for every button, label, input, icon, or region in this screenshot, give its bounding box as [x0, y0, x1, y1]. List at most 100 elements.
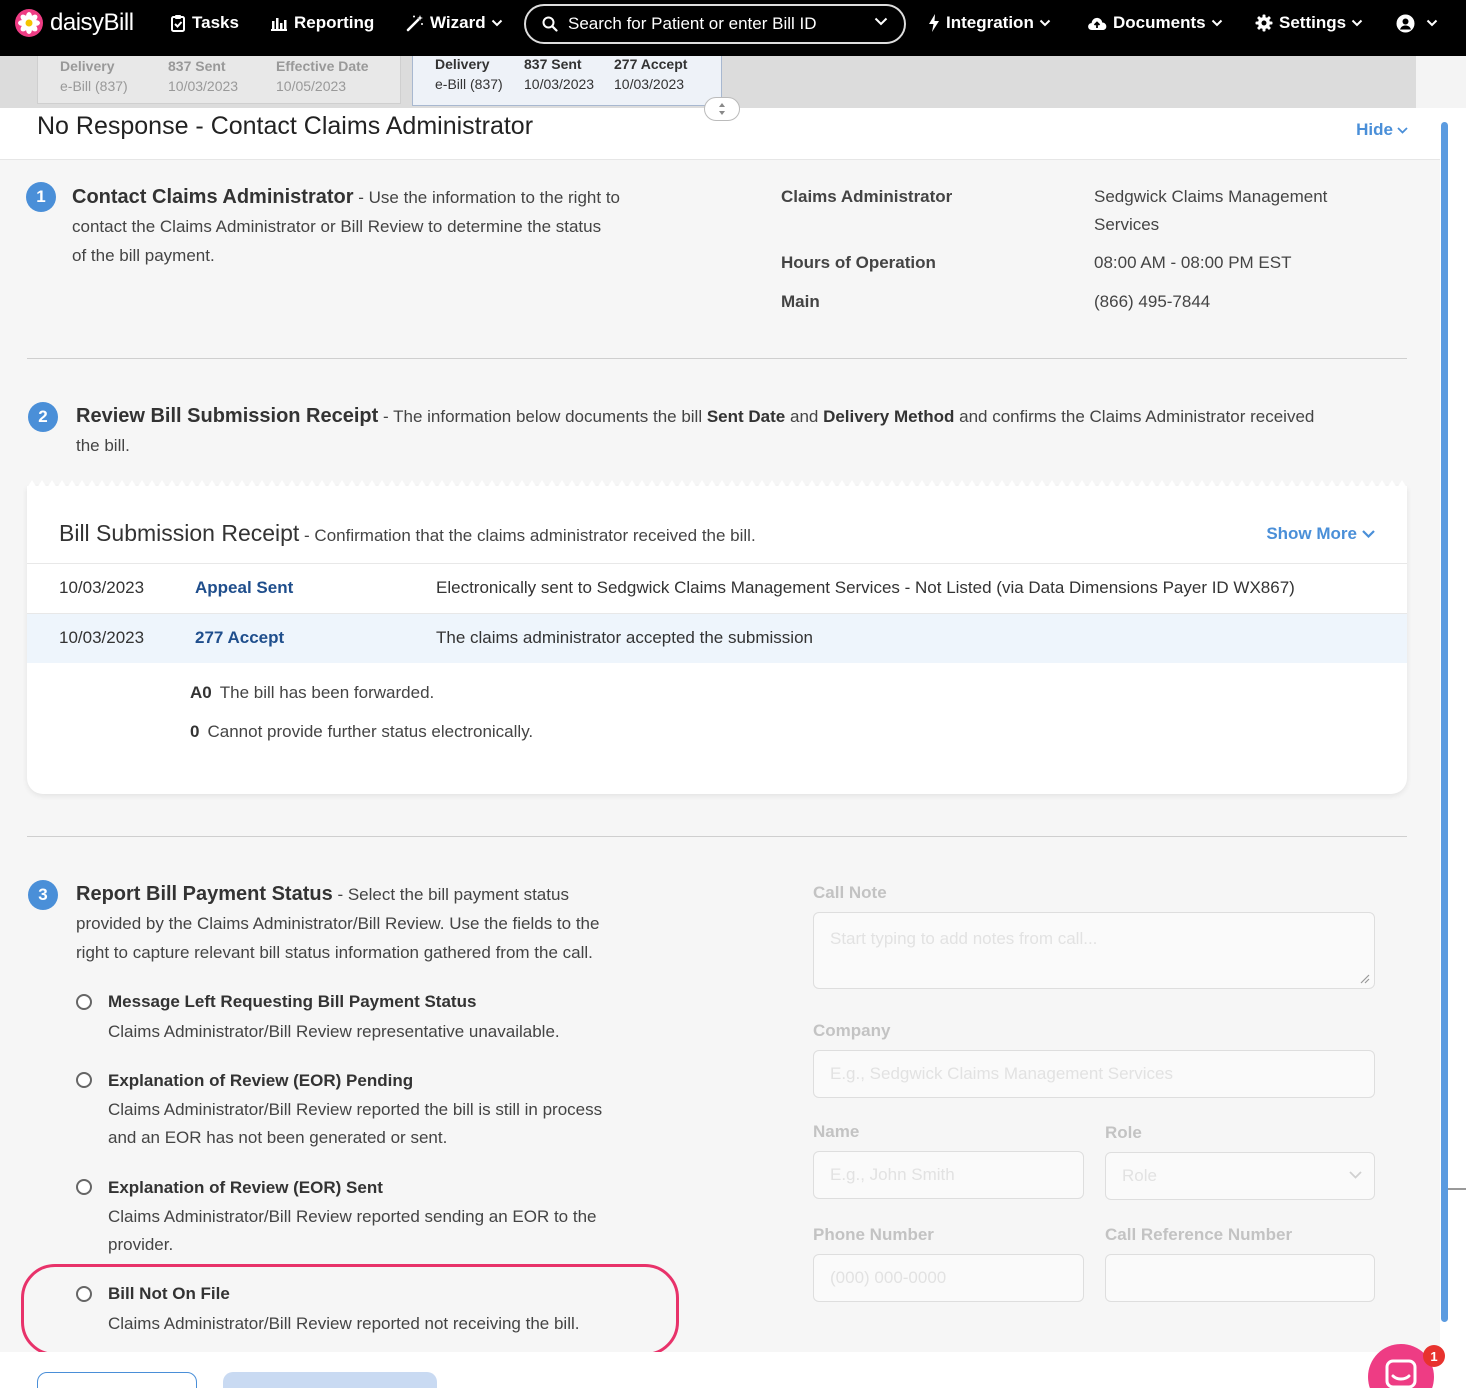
chevron-down-icon	[1351, 19, 1363, 27]
receipt-subheading: - Confirmation that the claims administr…	[299, 526, 756, 545]
radio-eor-sent[interactable]	[76, 1179, 92, 1195]
nav-reporting-label: Reporting	[294, 13, 375, 32]
receipt-row: 10/03/2023 Appeal Sent Electronically se…	[27, 563, 1407, 613]
step-1-badge: 1	[26, 182, 56, 212]
claims-admin-value-1: Sedgwick Claims Management	[1094, 187, 1328, 206]
option-title-eor-sent[interactable]: Explanation of Review (EOR) Sent	[108, 1178, 383, 1198]
step-2-t2: and	[785, 407, 824, 426]
previous-delivery-card[interactable]: Delivery e-Bill (837) 837 Sent 10/03/202…	[37, 56, 401, 104]
resize-grip-icon[interactable]	[1358, 972, 1370, 984]
brand-name: daisyBill	[50, 9, 134, 36]
role-select[interactable]: Role	[1105, 1152, 1375, 1200]
receipt-torn-edge	[27, 480, 1407, 488]
step-3-instructions: Report Bill Payment Status - Select the …	[76, 880, 676, 967]
hide-label: Hide	[1356, 120, 1393, 139]
show-more-label: Show More	[1266, 524, 1357, 543]
receipt-row-event[interactable]: Appeal Sent	[195, 578, 293, 598]
option-title-message-left[interactable]: Message Left Requesting Bill Payment Sta…	[108, 992, 476, 1012]
expand-collapse-toggle[interactable]	[704, 97, 740, 121]
step-3-badge: 3	[28, 880, 58, 910]
company-label: Company	[813, 1021, 891, 1040]
claims-admin-value: Sedgwick Claims Management Services	[1094, 183, 1327, 239]
prev-effective-label: Effective Date	[276, 58, 369, 74]
cur-sent-value: 10/03/2023	[524, 76, 595, 92]
current-delivery-card[interactable]: Delivery e-Bill (837) 837 Sent 10/03/202…	[412, 56, 722, 106]
cancel-button[interactable]	[37, 1372, 197, 1388]
status-code-text: Cannot provide further status electronic…	[207, 722, 534, 741]
chevron-down-icon	[1211, 19, 1222, 27]
option-title-eor-pending[interactable]: Explanation of Review (EOR) Pending	[108, 1071, 413, 1091]
nav-integration[interactable]: Integration	[928, 12, 1051, 34]
prev-effective: Effective Date 10/05/2023	[276, 56, 369, 96]
option-desc-eor-pending: Claims Administrator/Bill Review reporte…	[108, 1096, 602, 1152]
chevron-down-icon	[1397, 126, 1408, 134]
status-code: A0	[190, 683, 212, 702]
phone-input[interactable]: (000) 000-0000	[813, 1254, 1084, 1302]
scrollbar-thumb[interactable]	[1441, 122, 1448, 1322]
company-input[interactable]: E.g., Sedgwick Claims Management Service…	[813, 1050, 1375, 1098]
hours-label: Hours of Operation	[781, 253, 936, 272]
status-code: 0	[190, 722, 200, 741]
name-label: Name	[813, 1122, 860, 1141]
nav-documents[interactable]: Documents	[1087, 12, 1223, 34]
company-placeholder: E.g., Sedgwick Claims Management Service…	[830, 1064, 1173, 1083]
window-edge	[1448, 1188, 1466, 1190]
step-3-line-3: right to capture relevant bill status in…	[76, 943, 593, 962]
highlight-annotation-ring	[21, 1264, 679, 1356]
daisy-flower-icon	[15, 9, 43, 37]
prev-delivery-value: e-Bill (837)	[60, 78, 128, 94]
hide-panel-button[interactable]: Hide	[1356, 120, 1408, 140]
step-2-heading: Review Bill Submission Receipt	[76, 405, 379, 427]
option-desc-message-left: Claims Administrator/Bill Review represe…	[108, 1022, 560, 1041]
call-ref-label: Call Reference Number	[1105, 1225, 1293, 1244]
option-desc-eor-sent: Claims Administrator/Bill Review reporte…	[108, 1203, 597, 1259]
receipt-row-event[interactable]: 277 Accept	[195, 628, 284, 648]
top-navigation: daisyBill Tasks Reporting Wizard Search …	[0, 0, 1466, 56]
step-3-heading: Report Bill Payment Status	[76, 883, 333, 905]
call-ref-input[interactable]	[1105, 1254, 1375, 1302]
status-code-line: 0 Cannot provide further status electroni…	[190, 722, 533, 742]
nav-settings-label: Settings	[1279, 13, 1347, 32]
cur-sent-label: 837 Sent	[524, 56, 582, 72]
submit-button[interactable]	[223, 1372, 437, 1388]
cloud-upload-icon	[1088, 17, 1107, 30]
nav-reporting[interactable]: Reporting	[270, 12, 374, 34]
brand-logo[interactable]: daisyBill	[14, 8, 134, 38]
section-divider	[27, 358, 1407, 359]
cur-accept-label: 277 Accept	[614, 56, 688, 72]
show-more-button[interactable]: Show More	[1266, 524, 1375, 544]
section-divider	[27, 836, 1407, 837]
cur-delivery-label: Delivery	[435, 56, 490, 72]
search-placeholder: Search for Patient or enter Bill ID	[568, 14, 817, 33]
nav-wizard[interactable]: Wizard	[406, 12, 503, 34]
nav-settings[interactable]: Settings	[1255, 12, 1363, 34]
receipt-row-date: 10/03/2023	[59, 628, 145, 647]
prev-delivery-label: Delivery	[60, 58, 115, 74]
patient-search-input[interactable]: Search for Patient or enter Bill ID	[524, 4, 906, 44]
name-input[interactable]: E.g., John Smith	[813, 1151, 1084, 1199]
nav-user-menu[interactable]	[1396, 12, 1438, 34]
clipboard-check-icon	[171, 15, 185, 32]
receipt-heading: Bill Submission Receipt	[59, 520, 300, 546]
step-2-t3: and confirms the Claims Administrator re…	[954, 407, 1315, 426]
phone-label: Phone Number	[813, 1225, 934, 1244]
main-phone-value[interactable]: (866) 495-7844	[1094, 288, 1210, 316]
radio-message-left[interactable]	[76, 994, 92, 1010]
receipt-row-message: The claims administrator accepted the su…	[436, 628, 813, 647]
gear-icon	[1255, 14, 1273, 32]
call-note-textarea[interactable]: Start typing to add notes from call...	[813, 912, 1375, 989]
chevron-down-icon[interactable]	[874, 17, 888, 26]
radio-eor-pending[interactable]	[76, 1072, 92, 1088]
cur-accept-value: 10/03/2023	[614, 76, 685, 92]
app-root: daisyBill Tasks Reporting Wizard Search …	[0, 0, 1466, 1388]
step-1-instructions: Contact Claims Administrator - Use the i…	[72, 183, 672, 270]
receipt-row-date: 10/03/2023	[59, 578, 145, 597]
phone-placeholder: (000) 000-0000	[830, 1268, 947, 1287]
nav-tasks-label: Tasks	[192, 13, 239, 32]
receipt-row-message: Electronically sent to Sedgwick Claims M…	[436, 578, 1295, 597]
nav-tasks[interactable]: Tasks	[170, 12, 239, 34]
chat-notification-badge: 1	[1423, 1345, 1445, 1367]
name-placeholder: E.g., John Smith	[830, 1165, 955, 1184]
receipt-title: Bill Submission Receipt - Confirmation t…	[59, 520, 756, 547]
prev-sent-label: 837 Sent	[168, 58, 226, 74]
